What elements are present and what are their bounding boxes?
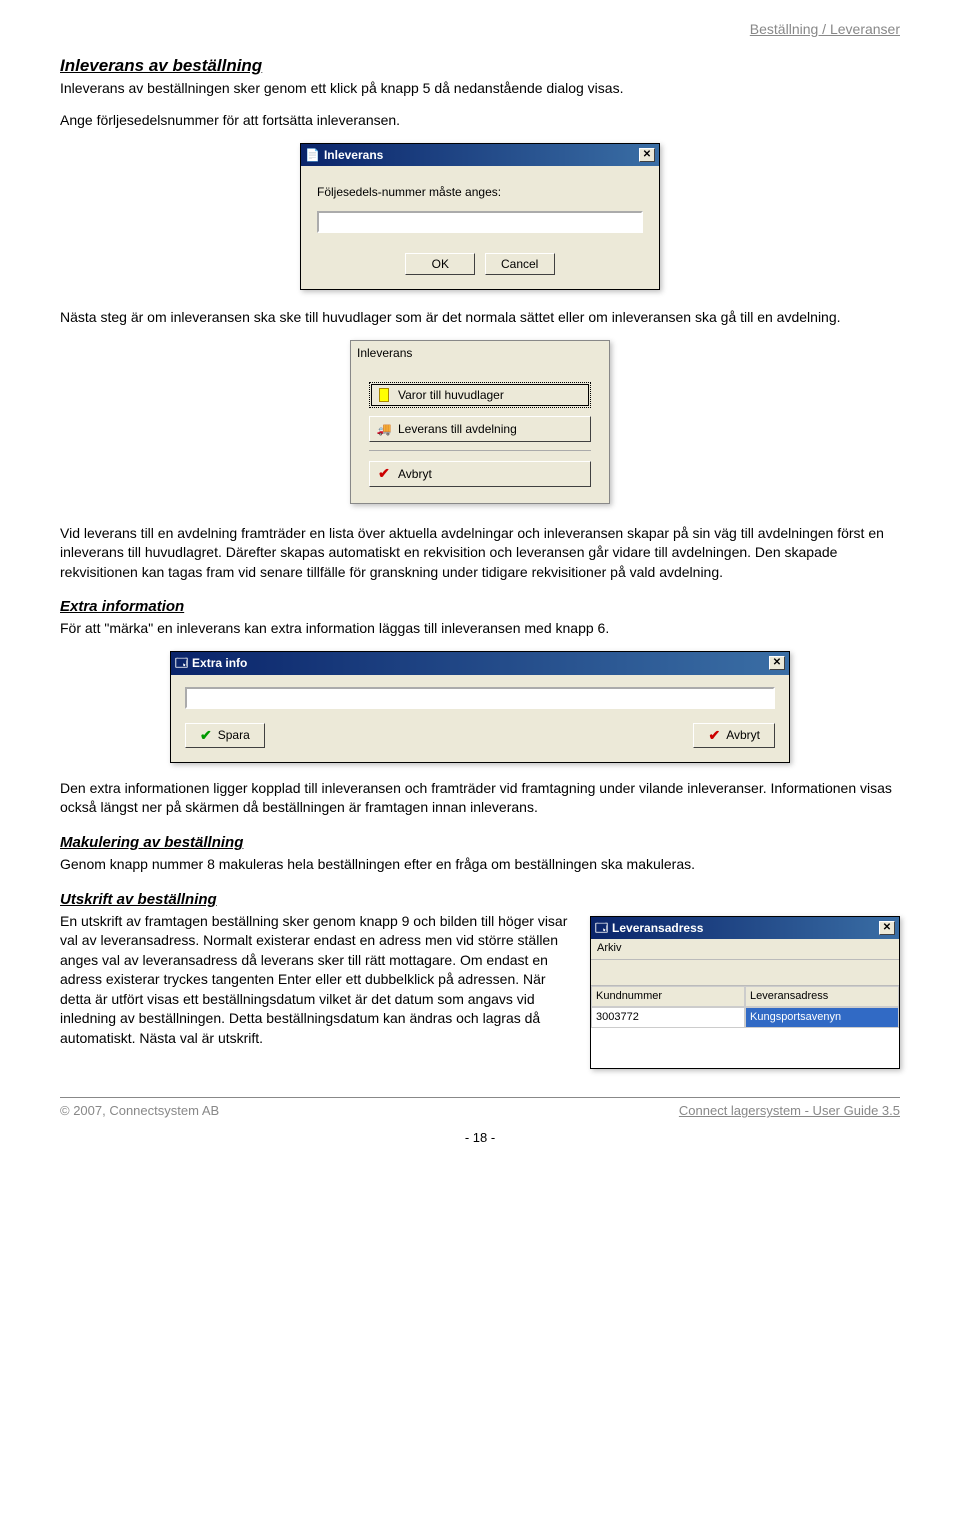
button-label: Spara bbox=[218, 728, 250, 742]
dialog-label: Följesedels-nummer måste anges: bbox=[317, 184, 643, 201]
cancel-icon: ✔ bbox=[376, 466, 392, 482]
warehouse-icon bbox=[376, 387, 392, 403]
para-extra-info: För att "märka" en inleverans kan extra … bbox=[60, 619, 900, 639]
address-table: Kundnummer Leveransadress 3003772 Kungsp… bbox=[591, 986, 899, 1069]
foljesedels-input[interactable] bbox=[317, 211, 643, 233]
footer-copyright: © 2007, Connectsystem AB bbox=[60, 1102, 219, 1120]
cell-kundnummer: 3003772 bbox=[591, 1007, 745, 1028]
divider bbox=[369, 450, 591, 451]
heading-utskrift: Utskrift av beställning bbox=[60, 889, 900, 910]
button-label: Varor till huvudlager bbox=[398, 388, 504, 402]
para-after-dlg3: Den extra informationen ligger kopplad t… bbox=[60, 779, 900, 818]
cell-leveransadress: Kungsportsavenyn bbox=[745, 1007, 899, 1028]
delivery-icon: 🚚 bbox=[376, 421, 392, 437]
spara-button[interactable]: ✔ Spara bbox=[185, 723, 265, 748]
table-header-row: Kundnummer Leveransadress bbox=[591, 986, 899, 1007]
para-makulering: Genom knapp nummer 8 makuleras hela best… bbox=[60, 855, 900, 875]
table-row[interactable]: 3003772 Kungsportsavenyn bbox=[591, 1007, 899, 1028]
para-inleverans-1: Inleverans av beställningen sker genom e… bbox=[60, 79, 900, 99]
button-label: Avbryt bbox=[398, 467, 432, 481]
extra-info-input[interactable] bbox=[185, 687, 775, 709]
close-icon[interactable]: ✕ bbox=[879, 921, 895, 935]
table-empty-space bbox=[591, 1028, 899, 1068]
app-icon: 🗔 bbox=[175, 655, 188, 672]
dialog-title: Leveransadress bbox=[612, 920, 703, 937]
footer-doc-title: Connect lagersystem - User Guide 3.5 bbox=[679, 1102, 900, 1120]
dialog-titlebar: 🗔 Extra info ✕ bbox=[171, 652, 789, 675]
footer-page-number: - 18 - bbox=[60, 1129, 900, 1147]
dialog-title: Inleverans bbox=[351, 341, 609, 368]
cancel-button[interactable]: Cancel bbox=[485, 253, 555, 275]
col-leveransadress[interactable]: Leveransadress bbox=[745, 986, 899, 1007]
close-icon[interactable]: ✕ bbox=[639, 148, 655, 162]
cancel-icon: ✔ bbox=[708, 727, 720, 744]
avbryt-button[interactable]: ✔ Avbryt bbox=[369, 461, 591, 487]
dialog-title: Extra info bbox=[192, 655, 247, 672]
check-icon: ✔ bbox=[200, 727, 212, 744]
heading-makulering: Makulering av beställning bbox=[60, 832, 900, 853]
dialog-extra-info: 🗔 Extra info ✕ ✔ Spara ✔ Avbryt bbox=[170, 651, 790, 763]
close-icon[interactable]: ✕ bbox=[769, 656, 785, 670]
app-icon: 📄 bbox=[305, 147, 320, 164]
dialog-inleverans-number: 📄 Inleverans ✕ Följesedels-nummer måste … bbox=[300, 143, 660, 291]
dialog-titlebar: 📄 Inleverans ✕ bbox=[301, 144, 659, 167]
button-label: Leverans till avdelning bbox=[398, 422, 517, 436]
heading-extra-info: Extra information bbox=[60, 596, 900, 617]
app-icon: 🗔 bbox=[595, 920, 608, 937]
dialog-inleverans-options: Inleverans Varor till huvudlager 🚚 Lever… bbox=[350, 340, 610, 504]
varor-huvudlager-button[interactable]: Varor till huvudlager bbox=[369, 382, 591, 408]
para-inleverans-2: Ange förljesedelsnummer för att fortsätt… bbox=[60, 111, 900, 131]
para-after-dlg1: Nästa steg är om inleveransen ska ske ti… bbox=[60, 308, 900, 328]
col-kundnummer[interactable]: Kundnummer bbox=[591, 986, 745, 1007]
menu-arkiv[interactable]: Arkiv bbox=[591, 939, 899, 959]
leverans-avdelning-button[interactable]: 🚚 Leverans till avdelning bbox=[369, 416, 591, 442]
button-label: Avbryt bbox=[726, 728, 760, 742]
avbryt-button[interactable]: ✔ Avbryt bbox=[693, 723, 775, 748]
para-after-dlg2: Vid leverans till en avdelning framträde… bbox=[60, 524, 900, 583]
heading-inleverans: Inleverans av beställning bbox=[60, 54, 900, 78]
dialog-title: Inleverans bbox=[324, 147, 383, 164]
footer-divider bbox=[60, 1097, 900, 1098]
dialog-titlebar: 🗔 Leveransadress ✕ bbox=[591, 917, 899, 940]
dialog-leveransadress: 🗔 Leveransadress ✕ Arkiv Kundnummer Leve… bbox=[590, 916, 900, 1070]
toolbar bbox=[591, 960, 899, 986]
page-header-breadcrumb: Beställning / Leveranser bbox=[60, 20, 900, 40]
ok-button[interactable]: OK bbox=[405, 253, 475, 275]
